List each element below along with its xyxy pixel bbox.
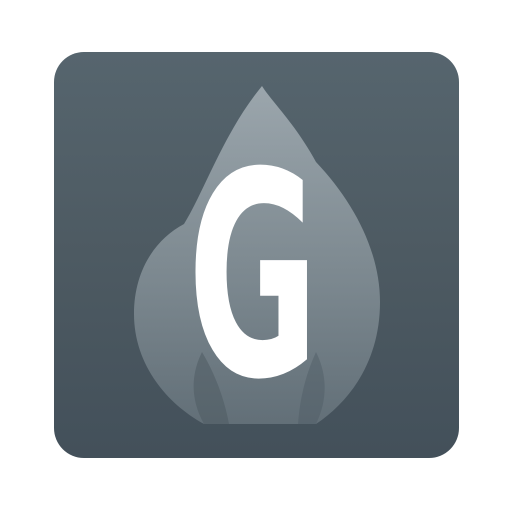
app-letter: G: [187, 113, 319, 442]
app-icon[interactable]: G: [54, 52, 459, 458]
